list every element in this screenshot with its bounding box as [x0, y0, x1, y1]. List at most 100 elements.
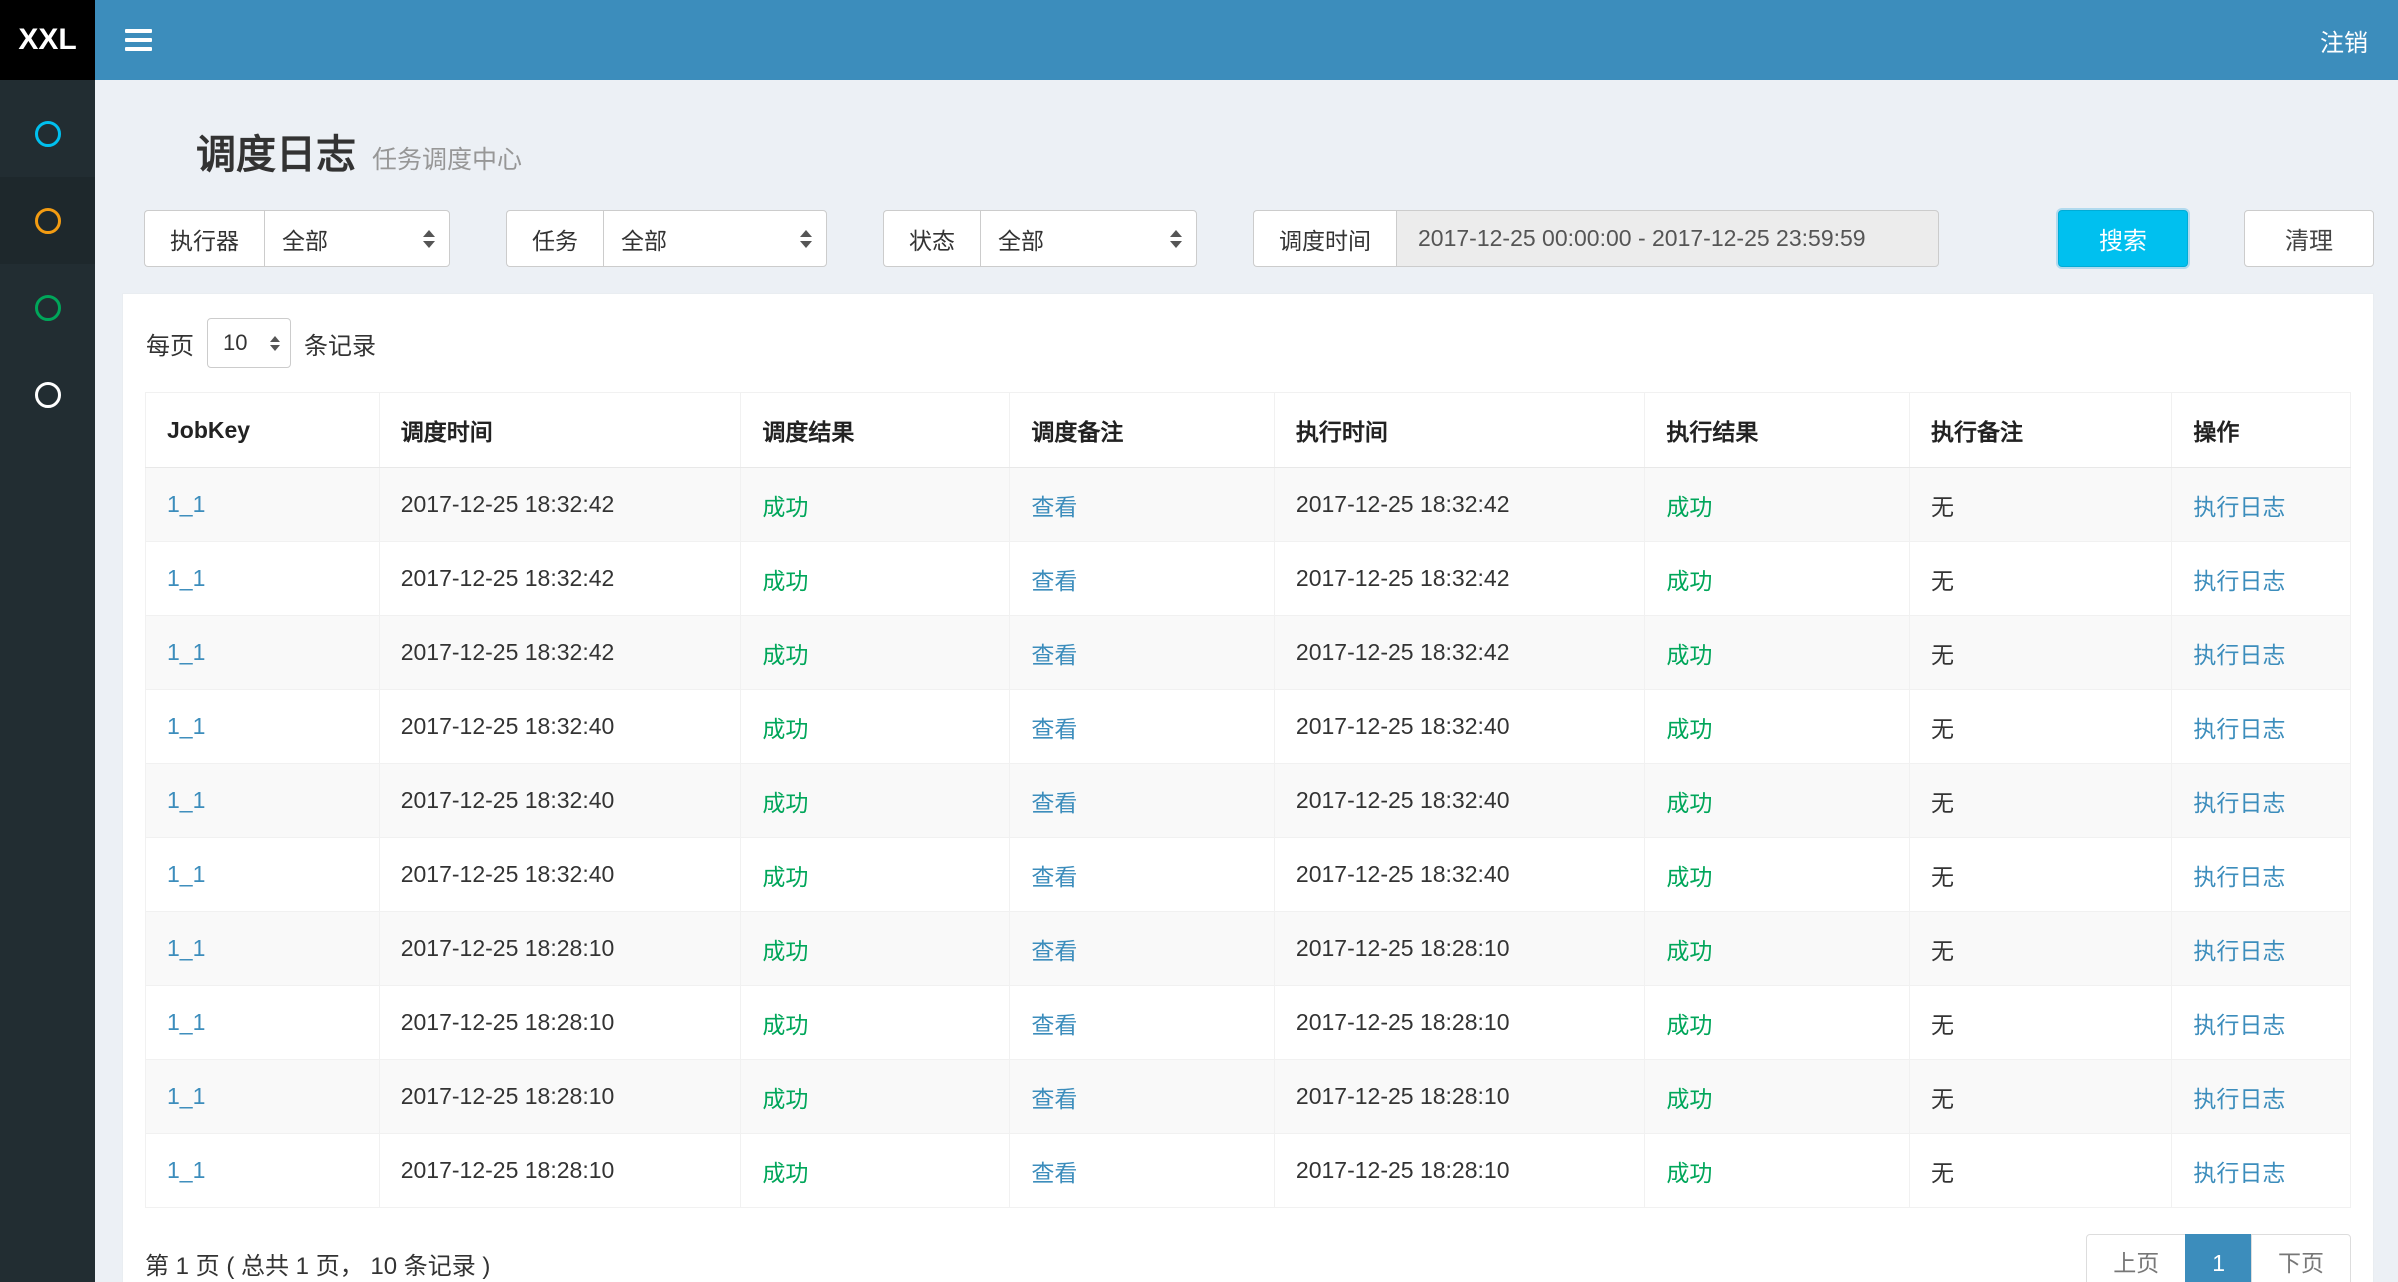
jobkey-cell: 1_1: [146, 912, 380, 986]
clear-log-button[interactable]: 清理: [2244, 210, 2374, 267]
prev-page-button[interactable]: 上页: [2086, 1234, 2186, 1282]
status-filter-select[interactable]: 全部: [980, 210, 1197, 267]
table-footer: 第 1 页 ( 总共 1 页， 10 条记录 ) 上页 1 下页: [145, 1234, 2351, 1282]
page-1-button[interactable]: 1: [2185, 1234, 2252, 1282]
jobkey-link[interactable]: 1_1: [167, 861, 205, 887]
trigger-time-filter-label: 调度时间: [1253, 210, 1396, 267]
executor-filter-select[interactable]: 全部: [264, 210, 450, 267]
jobkey-cell: 1_1: [146, 616, 380, 690]
job-filter-select[interactable]: 全部: [603, 210, 827, 267]
handle-result-cell: 成功: [1645, 986, 1910, 1060]
jobkey-link[interactable]: 1_1: [167, 1157, 205, 1183]
handle-result-cell: 成功: [1645, 1134, 1910, 1208]
action-cell: 执行日志: [2172, 838, 2351, 912]
jobkey-link[interactable]: 1_1: [167, 639, 205, 665]
trigger-time-cell: 2017-12-25 18:32:40: [379, 764, 741, 838]
table-row: 1_1 2017-12-25 18:32:40 成功 查看 2017-12-25…: [146, 764, 2351, 838]
handle-time-cell: 2017-12-25 18:28:10: [1274, 1134, 1644, 1208]
sidebar-item-4[interactable]: [0, 351, 95, 438]
jobkey-cell: 1_1: [146, 690, 380, 764]
page-size-select[interactable]: 10: [207, 318, 291, 368]
exec-log-link[interactable]: 执行日志: [2193, 494, 2285, 520]
jobkey-link[interactable]: 1_1: [167, 491, 205, 517]
jobkey-link[interactable]: 1_1: [167, 713, 205, 739]
handle-time-cell: 2017-12-25 18:28:10: [1274, 986, 1644, 1060]
table-row: 1_1 2017-12-25 18:32:40 成功 查看 2017-12-25…: [146, 838, 2351, 912]
logout-link[interactable]: 注销: [2320, 23, 2368, 58]
handle-result-cell: 成功: [1645, 616, 1910, 690]
action-cell: 执行日志: [2172, 616, 2351, 690]
view-trigger-msg-link[interactable]: 查看: [1031, 568, 1077, 594]
col-header-trigger-result: 调度结果: [741, 393, 1010, 468]
trigger-time-cell: 2017-12-25 18:28:10: [379, 1060, 741, 1134]
trigger-result-cell: 成功: [741, 616, 1010, 690]
exec-log-link[interactable]: 执行日志: [2193, 1012, 2285, 1038]
trigger-time-range-input[interactable]: 2017-12-25 00:00:00 - 2017-12-25 23:59:5…: [1396, 210, 1939, 267]
status-selected-value: 全部: [998, 222, 1044, 256]
trigger-time-cell: 2017-12-25 18:32:42: [379, 468, 741, 542]
executor-filter-label: 执行器: [144, 210, 264, 267]
jobkey-link[interactable]: 1_1: [167, 1009, 205, 1035]
page-size-suffix-label: 条记录: [304, 326, 376, 361]
exec-log-link[interactable]: 执行日志: [2193, 1160, 2285, 1186]
executor-filter-group: 执行器 全部: [144, 210, 450, 267]
exec-log-link[interactable]: 执行日志: [2193, 938, 2285, 964]
exec-log-link[interactable]: 执行日志: [2193, 864, 2285, 890]
page-subtitle: 任务调度中心: [372, 140, 522, 176]
sidebar-item-3[interactable]: [0, 264, 95, 351]
trigger-msg-cell: 查看: [1010, 986, 1275, 1060]
page-header: 调度日志 任务调度中心: [196, 122, 2374, 180]
jobkey-cell: 1_1: [146, 986, 380, 1060]
search-button[interactable]: 搜索: [2058, 210, 2188, 267]
app-logo[interactable]: XXL: [0, 0, 95, 80]
select-arrows-icon: [1170, 230, 1182, 248]
select-arrows-icon: [270, 336, 280, 351]
action-cell: 执行日志: [2172, 542, 2351, 616]
jobkey-link[interactable]: 1_1: [167, 787, 205, 813]
circle-outline-icon: [35, 121, 61, 147]
trigger-msg-cell: 查看: [1010, 690, 1275, 764]
view-trigger-msg-link[interactable]: 查看: [1031, 716, 1077, 742]
exec-log-link[interactable]: 执行日志: [2193, 1086, 2285, 1112]
trigger-time-cell: 2017-12-25 18:28:10: [379, 986, 741, 1060]
jobkey-link[interactable]: 1_1: [167, 935, 205, 961]
page-title: 调度日志: [196, 122, 356, 180]
col-header-trigger-time: 调度时间: [379, 393, 741, 468]
trigger-msg-cell: 查看: [1010, 912, 1275, 986]
col-header-handle-time: 执行时间: [1274, 393, 1644, 468]
circle-outline-icon: [35, 382, 61, 408]
handle-result-cell: 成功: [1645, 542, 1910, 616]
col-header-jobkey: JobKey: [146, 393, 380, 468]
exec-log-link[interactable]: 执行日志: [2193, 568, 2285, 594]
view-trigger-msg-link[interactable]: 查看: [1031, 864, 1077, 890]
exec-log-link[interactable]: 执行日志: [2193, 716, 2285, 742]
view-trigger-msg-link[interactable]: 查看: [1031, 938, 1077, 964]
handle-msg-cell: 无: [1909, 986, 2171, 1060]
handle-msg-cell: 无: [1909, 838, 2171, 912]
pagination-summary: 第 1 页 ( 总共 1 页， 10 条记录 ): [145, 1246, 490, 1281]
view-trigger-msg-link[interactable]: 查看: [1031, 1160, 1077, 1186]
navbar-main: 注销: [95, 0, 2398, 80]
status-filter-label: 状态: [883, 210, 980, 267]
exec-log-link[interactable]: 执行日志: [2193, 790, 2285, 816]
trigger-time-cell: 2017-12-25 18:32:40: [379, 690, 741, 764]
job-filter-group: 任务 全部: [506, 210, 827, 267]
view-trigger-msg-link[interactable]: 查看: [1031, 790, 1077, 816]
sidebar-toggle-icon[interactable]: [125, 29, 152, 51]
trigger-time-cell: 2017-12-25 18:32:40: [379, 838, 741, 912]
view-trigger-msg-link[interactable]: 查看: [1031, 494, 1077, 520]
sidebar-item-1[interactable]: [0, 90, 95, 177]
exec-log-link[interactable]: 执行日志: [2193, 642, 2285, 668]
trigger-msg-cell: 查看: [1010, 616, 1275, 690]
view-trigger-msg-link[interactable]: 查看: [1031, 1012, 1077, 1038]
view-trigger-msg-link[interactable]: 查看: [1031, 642, 1077, 668]
handle-time-cell: 2017-12-25 18:32:40: [1274, 764, 1644, 838]
jobkey-link[interactable]: 1_1: [167, 565, 205, 591]
next-page-button[interactable]: 下页: [2251, 1234, 2351, 1282]
trigger-msg-cell: 查看: [1010, 1060, 1275, 1134]
jobkey-link[interactable]: 1_1: [167, 1083, 205, 1109]
sidebar-item-2[interactable]: [0, 177, 95, 264]
trigger-result-cell: 成功: [741, 690, 1010, 764]
action-cell: 执行日志: [2172, 1134, 2351, 1208]
view-trigger-msg-link[interactable]: 查看: [1031, 1086, 1077, 1112]
